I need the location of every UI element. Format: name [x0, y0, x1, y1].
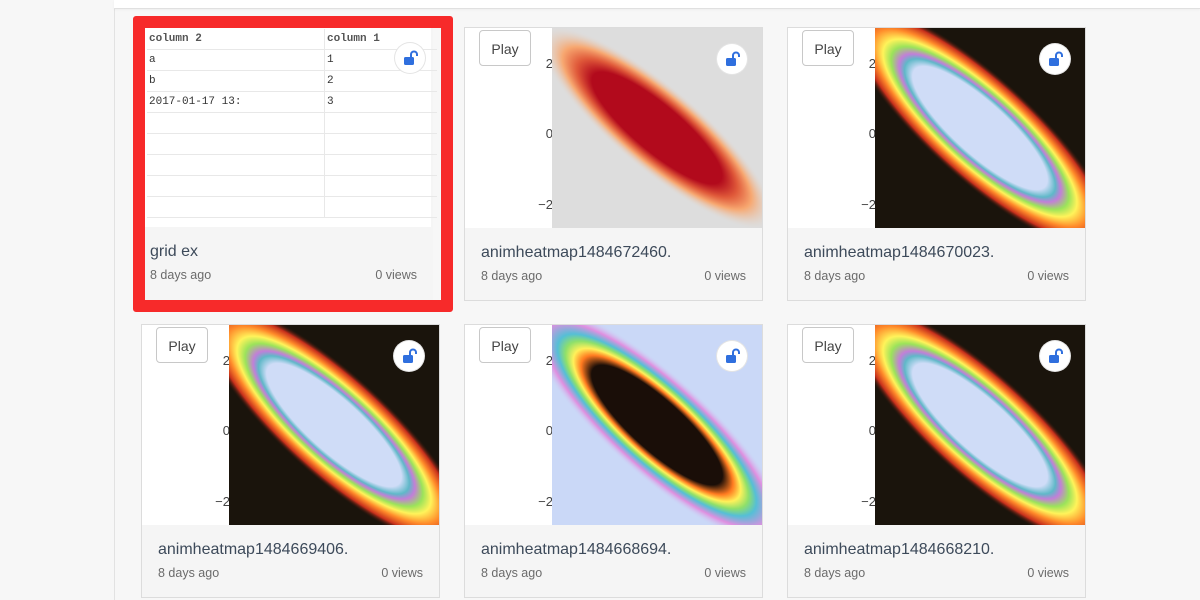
unlock-icon[interactable] — [717, 341, 747, 371]
unlock-icon[interactable] — [1040, 44, 1070, 74]
card-views: 0 views — [381, 566, 423, 580]
y-tick-label: 0 — [868, 423, 876, 438]
y-tick-label: 0 — [545, 423, 553, 438]
grid-cell: 3 — [324, 91, 437, 113]
grid-cell-empty — [147, 196, 325, 218]
card-views: 0 views — [1027, 566, 1069, 580]
card-age: 8 days ago — [481, 566, 543, 580]
grid-cell-empty — [324, 196, 437, 218]
left-gutter — [0, 0, 115, 600]
grid-cell-empty — [324, 133, 437, 155]
unlock-icon[interactable] — [1040, 341, 1070, 371]
card-views: 0 views — [704, 269, 746, 283]
y-tick-label: 0 — [545, 126, 553, 141]
card-age: 8 days ago — [804, 269, 866, 283]
grid-cell: a — [147, 49, 325, 71]
grid-cell-empty — [147, 112, 325, 134]
y-tick-label: −2 — [538, 197, 553, 212]
card-title[interactable]: animheatmap1484668210. — [804, 541, 994, 559]
y-tick-label: −2 — [215, 494, 230, 509]
card-title[interactable]: animheatmap1484672460. — [481, 244, 671, 262]
plot-card[interactable]: 2 0 −2 Play animheatmap1484669406. 8 day… — [141, 324, 440, 598]
plot-card[interactable]: 2 0 −2 Play animheatmap1484672460. 8 day… — [464, 27, 763, 301]
grid-cell-empty — [147, 133, 325, 155]
card-views: 0 views — [704, 566, 746, 580]
unlock-icon[interactable] — [395, 43, 425, 73]
y-tick-label: 0 — [868, 126, 876, 141]
plot-card[interactable]: 2 0 −2 Play animheatmap1484670023. 8 day… — [787, 27, 1086, 301]
play-button[interactable]: Play — [479, 327, 531, 363]
card-title[interactable]: animheatmap1484668694. — [481, 541, 671, 559]
play-button[interactable]: Play — [802, 327, 854, 363]
play-button[interactable]: Play — [156, 327, 208, 363]
grid-cell: b — [147, 70, 325, 92]
y-tick-label: 0 — [222, 423, 230, 438]
card-age: 8 days ago — [804, 566, 866, 580]
y-tick-label: −2 — [861, 197, 876, 212]
grid-cell-empty — [324, 154, 437, 176]
y-tick-label: −2 — [861, 494, 876, 509]
grid-table-preview: column 2 column 1 a1 b2 2017-01-17 13: 3 — [147, 29, 437, 229]
grid-cell: 2 — [324, 70, 437, 92]
card-age: 8 days ago — [158, 566, 220, 580]
grid-header: column 2 — [147, 29, 325, 50]
card-views: 0 views — [1027, 269, 1069, 283]
card-age: 8 days ago — [150, 268, 212, 282]
grid-cell-empty — [324, 112, 437, 134]
plot-card[interactable]: 2 0 −2 Play animheatmap1484668694. 8 day… — [464, 324, 763, 598]
card-title[interactable]: animheatmap1484670023. — [804, 244, 994, 262]
y-tick-label: −2 — [538, 494, 553, 509]
card-title[interactable]: animheatmap1484669406. — [158, 541, 348, 559]
plot-card[interactable]: 2 0 −2 Play animheatmap1484668210. 8 day… — [787, 324, 1086, 598]
unlock-icon[interactable] — [717, 44, 747, 74]
card-views: 0 views — [375, 268, 417, 282]
grid-cell: 2017-01-17 13: — [147, 91, 325, 113]
unlock-icon[interactable] — [394, 341, 424, 371]
card-age: 8 days ago — [481, 269, 543, 283]
play-button[interactable]: Play — [479, 30, 531, 66]
grid-cell-empty — [324, 175, 437, 197]
card-title[interactable]: grid ex — [150, 243, 198, 261]
grid-cell-empty — [147, 175, 325, 197]
grid-cell-empty — [147, 154, 325, 176]
top-toolbar-edge — [114, 0, 1200, 9]
play-button[interactable]: Play — [802, 30, 854, 66]
